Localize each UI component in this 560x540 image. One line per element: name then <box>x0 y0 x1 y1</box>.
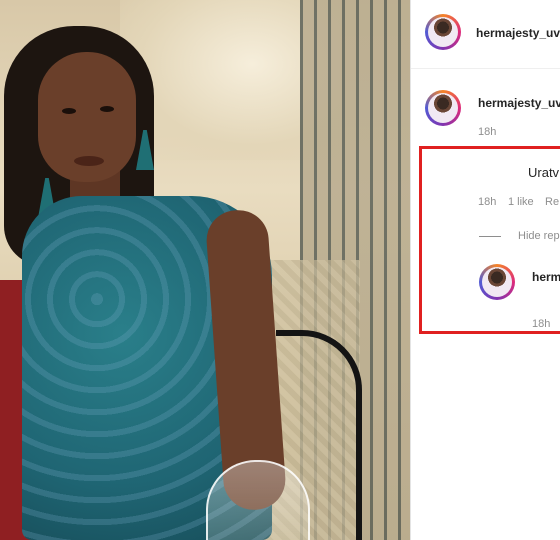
caption-avatar[interactable] <box>425 90 461 126</box>
eye-left <box>62 108 76 114</box>
caption-time: 18h <box>478 126 497 138</box>
replies-line <box>479 236 501 237</box>
caption-username[interactable]: hermajesty_uv <box>478 96 560 110</box>
lips <box>74 156 104 166</box>
header-divider <box>411 68 560 69</box>
comment-like-count[interactable]: 1 like <box>508 196 534 208</box>
post-photo <box>0 0 410 540</box>
header-avatar[interactable] <box>425 14 461 50</box>
reply-username[interactable]: herm <box>532 270 560 284</box>
comment-time: 18h <box>478 196 497 208</box>
hide-replies-button[interactable]: Hide rep <box>518 230 560 242</box>
header-username[interactable]: hermajesty_uv <box>476 26 560 40</box>
eye-right <box>100 106 114 112</box>
comment-text: Uratv <box>528 165 560 180</box>
comment-reply-button[interactable]: Re <box>545 196 559 208</box>
reply-avatar[interactable] <box>479 264 515 300</box>
reply-time: 18h <box>532 318 551 330</box>
instagram-panel: hermajesty_uv hermajesty_uv 18h Uratv 18… <box>410 0 560 540</box>
